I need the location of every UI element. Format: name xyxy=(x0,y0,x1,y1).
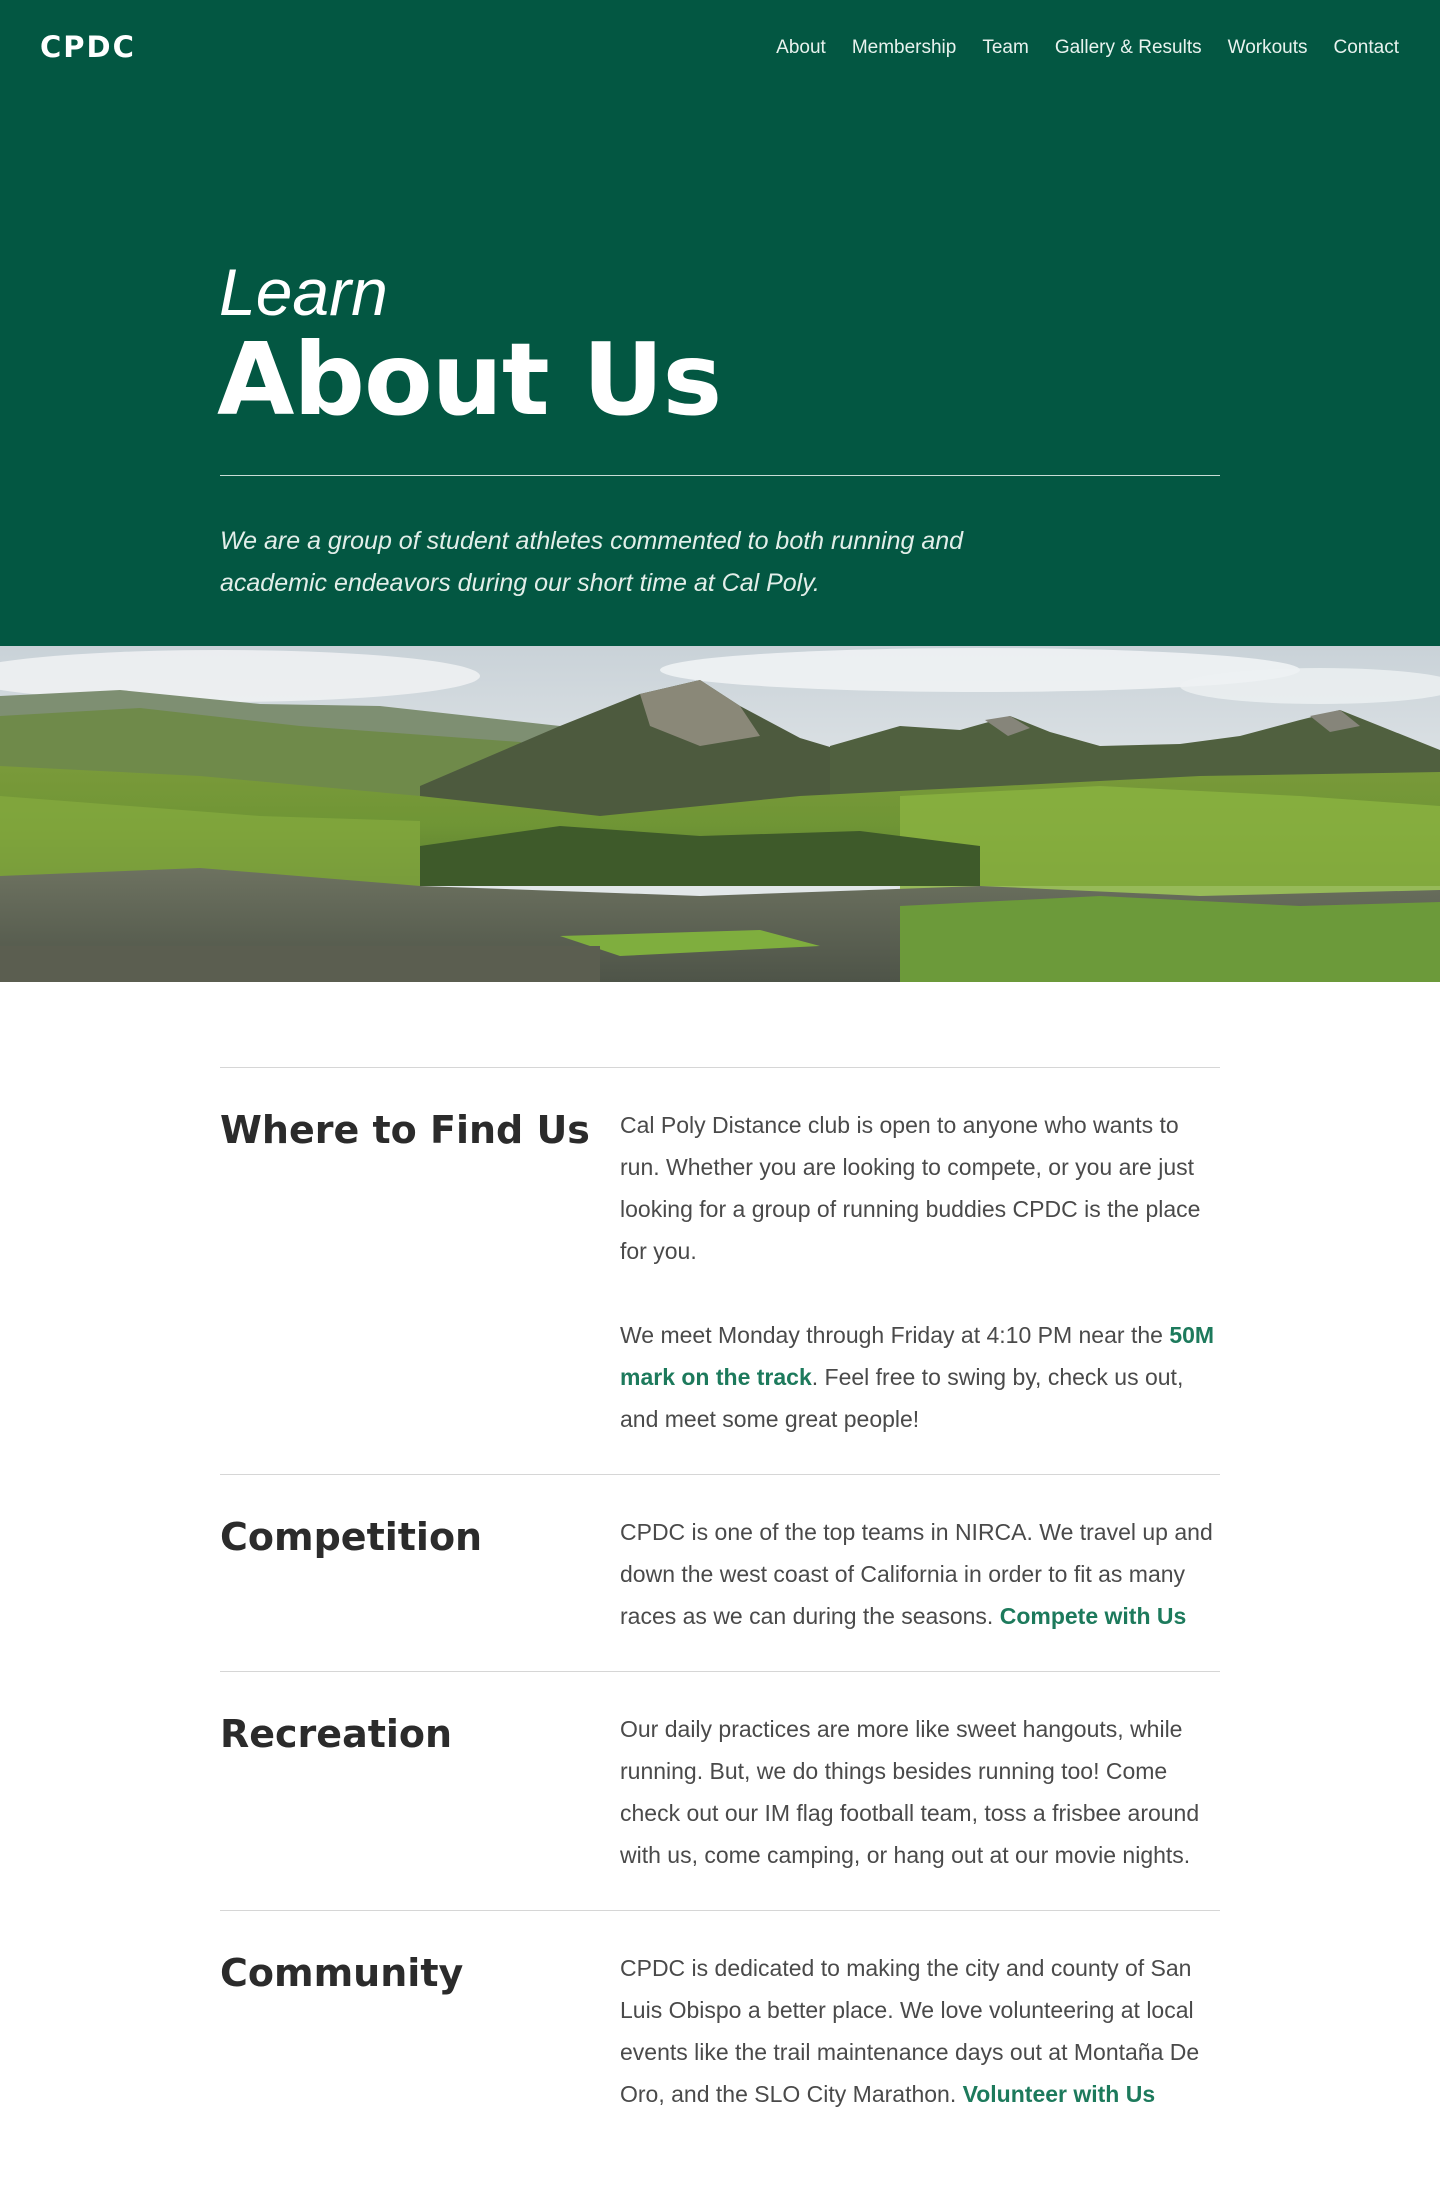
page-title: About Us xyxy=(217,321,722,438)
mountain-landscape-photo xyxy=(0,646,1440,982)
logo[interactable]: CPDC xyxy=(40,30,136,64)
nav-item-team[interactable]: Team xyxy=(982,37,1028,59)
section-community: Community CPDC is dedicated to making th… xyxy=(220,1910,1220,2149)
nav-item-membership[interactable]: Membership xyxy=(852,37,957,59)
nav-item-about[interactable]: About xyxy=(776,37,826,59)
section-recreation: Recreation Our daily practices are more … xyxy=(220,1671,1220,1910)
nav-item-contact[interactable]: Contact xyxy=(1334,37,1399,59)
section-competition: Competition CPDC is one of the top teams… xyxy=(220,1474,1220,1671)
section-where-to-find-us: Where to Find Us Cal Poly Distance club … xyxy=(220,1067,1220,1474)
top-nav: CPDC About Membership Team Gallery & Res… xyxy=(0,0,1440,100)
nav-item-gallery-results[interactable]: Gallery & Results xyxy=(1055,37,1202,59)
compete-with-us-link[interactable]: Compete with Us xyxy=(1000,1603,1187,1629)
section-paragraph: CPDC is one of the top teams in NIRCA. W… xyxy=(620,1511,1220,1637)
nav-menu: About Membership Team Gallery & Results … xyxy=(776,37,1399,59)
section-title: Recreation xyxy=(220,1712,453,1756)
section-body: CPDC is one of the top teams in NIRCA. W… xyxy=(620,1511,1220,1637)
section-body: CPDC is dedicated to making the city and… xyxy=(620,1947,1220,2115)
hero-divider xyxy=(220,475,1220,476)
section-paragraph: We meet Monday through Friday at 4:10 PM… xyxy=(620,1314,1220,1440)
section-title: Where to Find Us xyxy=(220,1108,590,1152)
hero: CPDC About Membership Team Gallery & Res… xyxy=(0,0,1440,646)
section-title: Competition xyxy=(220,1515,483,1559)
section-title: Community xyxy=(220,1951,464,1995)
main-content: Where to Find Us Cal Poly Distance club … xyxy=(220,982,1220,2149)
section-paragraph: Cal Poly Distance club is open to anyone… xyxy=(620,1112,1201,1264)
section-body: Cal Poly Distance club is open to anyone… xyxy=(620,1104,1220,1440)
nav-item-workouts[interactable]: Workouts xyxy=(1228,37,1308,59)
section-body: Our daily practices are more like sweet … xyxy=(620,1708,1220,1876)
hero-tagline: We are a group of student athletes comme… xyxy=(220,527,964,597)
section-paragraph: Our daily practices are more like sweet … xyxy=(620,1716,1200,1868)
section-paragraph: CPDC is dedicated to making the city and… xyxy=(620,1947,1220,2115)
volunteer-with-us-link[interactable]: Volunteer with Us xyxy=(963,2081,1156,2107)
text-fragment: We meet Monday through Friday at 4:10 PM… xyxy=(620,1322,1170,1348)
